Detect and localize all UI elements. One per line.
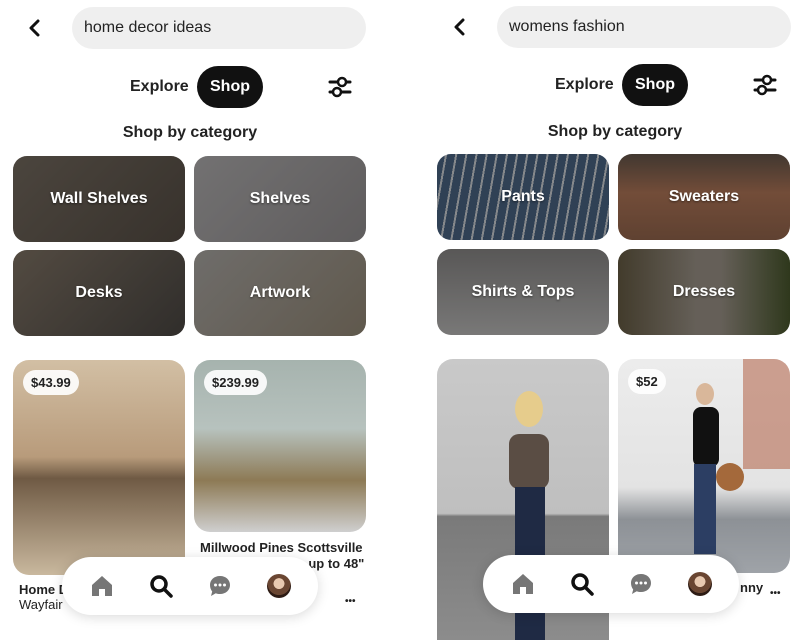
search-input[interactable] (84, 19, 366, 37)
pin-card[interactable]: $52 (618, 359, 790, 573)
sliders-icon (753, 74, 777, 96)
search-field[interactable] (497, 6, 791, 48)
search-results-panel-home-decor: Explore Shop Shop by category Wall Shelv… (0, 0, 370, 640)
category-tile[interactable]: Artwork (194, 250, 366, 336)
home-icon (91, 576, 112, 596)
search-icon (570, 573, 594, 596)
nav-home[interactable] (82, 566, 122, 606)
category-label: Shelves (249, 190, 311, 207)
tab-shop[interactable]: Shop (622, 64, 688, 106)
filter-button[interactable] (752, 73, 778, 97)
pin-card[interactable]: $43.99 (13, 360, 185, 575)
category-tile[interactable]: Wall Shelves (13, 156, 185, 242)
nav-profile[interactable] (259, 566, 299, 606)
bottom-nav-bar (483, 555, 739, 613)
price-badge: $52 (628, 369, 666, 394)
price-badge: $239.99 (204, 370, 267, 395)
chevron-left-icon (29, 19, 40, 37)
explore-shop-toggle: Explore Shop (0, 66, 370, 108)
search-field[interactable] (72, 7, 366, 49)
more-options-button[interactable]: ••• (345, 596, 356, 607)
profile-avatar (687, 572, 712, 596)
pin-card[interactable]: $239.99 (194, 360, 366, 532)
category-label: Dresses (672, 283, 736, 300)
nav-messages[interactable] (621, 564, 661, 604)
back-button[interactable] (22, 15, 48, 41)
search-icon (149, 575, 173, 598)
category-label: Wall Shelves (50, 190, 148, 207)
tab-explore[interactable]: Explore (130, 66, 189, 108)
profile-avatar (266, 574, 291, 598)
nav-search[interactable] (141, 566, 181, 606)
category-label: Shirts & Tops (471, 283, 575, 300)
back-button[interactable] (447, 14, 473, 40)
filter-button[interactable] (327, 75, 353, 99)
search-header (0, 7, 370, 49)
pin-merchant[interactable]: Wayfair (19, 597, 63, 612)
category-label: Sweaters (668, 188, 740, 205)
explore-shop-toggle: Explore Shop (425, 64, 795, 106)
bottom-nav-bar (62, 557, 318, 615)
category-label: Artwork (249, 284, 311, 301)
search-results-panel-womens-fashion: Explore Shop Shop by category Pants Swea… (425, 0, 795, 640)
category-tile[interactable]: Desks (13, 250, 185, 336)
pin-title[interactable]: Home D (19, 582, 68, 598)
more-options-button[interactable]: ••• (770, 588, 781, 599)
price-badge: $43.99 (23, 370, 79, 395)
search-input[interactable] (509, 18, 791, 36)
section-title: Shop by category (122, 124, 258, 141)
category-tile[interactable]: Shirts & Tops (437, 249, 609, 335)
tab-shop[interactable]: Shop (197, 66, 263, 108)
category-tile[interactable]: Shelves (194, 156, 366, 242)
nav-home[interactable] (503, 564, 543, 604)
tab-explore[interactable]: Explore (555, 64, 614, 106)
category-tile[interactable]: Sweaters (618, 154, 790, 240)
sliders-icon (328, 76, 352, 98)
section-title: Shop by category (547, 123, 683, 140)
home-icon (512, 574, 533, 594)
nav-messages[interactable] (200, 566, 240, 606)
pin-title[interactable]: nny (740, 580, 763, 596)
category-label: Pants (501, 188, 545, 205)
nav-search[interactable] (562, 564, 602, 604)
category-tile[interactable]: Pants (437, 154, 609, 240)
messages-icon (630, 574, 651, 594)
category-tile[interactable]: Dresses (618, 249, 790, 335)
search-header (425, 6, 795, 48)
category-label: Desks (75, 284, 123, 301)
messages-icon (209, 576, 230, 596)
chevron-left-icon (454, 18, 465, 36)
nav-profile[interactable] (680, 564, 720, 604)
